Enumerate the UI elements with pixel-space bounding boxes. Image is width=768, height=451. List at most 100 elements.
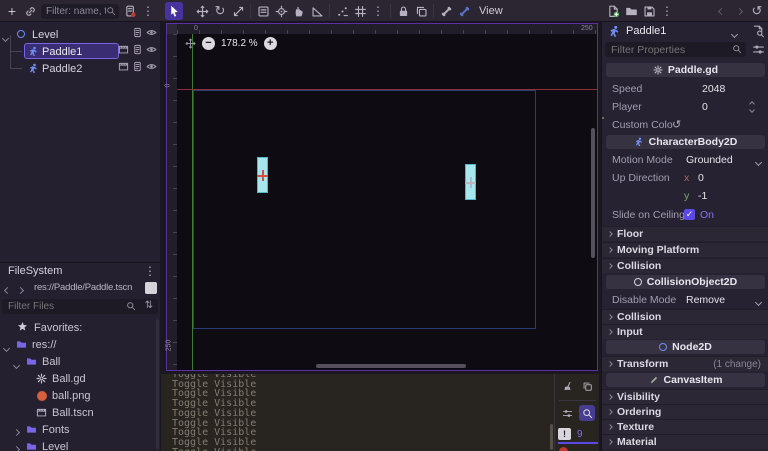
fs-item-ball-folder[interactable]: Ball — [0, 353, 160, 370]
grid-snap-button[interactable] — [351, 2, 369, 20]
fs-item-ball-tscn[interactable]: Ball.tscn — [0, 404, 160, 421]
property-value[interactable]: 2048 — [702, 83, 725, 95]
scale-tool-button[interactable] — [229, 2, 247, 20]
fs-item-fonts[interactable]: Fonts — [0, 421, 160, 438]
scene-instance-icon[interactable] — [118, 61, 129, 72]
move-tool-button[interactable] — [193, 2, 211, 20]
clear-log-icon[interactable] — [559, 378, 575, 394]
section-node2d[interactable]: Node2D — [606, 340, 765, 354]
chevron-down-icon[interactable] — [756, 296, 761, 308]
scene-node-paddle2[interactable]: Paddle2 — [0, 60, 160, 77]
center-view-icon[interactable] — [185, 38, 196, 49]
fs-item-level[interactable]: Level — [0, 438, 160, 451]
sort-icon[interactable]: ⇅ — [145, 300, 153, 311]
save-resource-button[interactable] — [640, 2, 658, 20]
copy-log-icon[interactable] — [579, 378, 595, 394]
scene-node-paddle1[interactable]: Paddle1 — [0, 43, 160, 60]
property-value[interactable]: Grounded — [686, 154, 733, 166]
scene-dock-menu-button[interactable]: ⋮ — [139, 2, 157, 20]
property-tools-icon[interactable] — [752, 43, 765, 56]
attach-script-button[interactable] — [121, 2, 139, 20]
spinner-control[interactable] — [750, 102, 754, 112]
group-material[interactable]: Material — [602, 434, 768, 449]
expander-icon[interactable] — [14, 426, 19, 438]
revert-icon[interactable]: ↺ — [672, 118, 681, 131]
history-button[interactable]: ↺ — [748, 2, 766, 20]
filesystem-scrollbar[interactable] — [156, 319, 159, 449]
group-texture[interactable]: Texture — [602, 419, 768, 434]
group-ordering[interactable]: Ordering — [602, 404, 768, 419]
pivot-tool-button[interactable] — [272, 2, 290, 20]
instance-scene-button[interactable] — [21, 2, 39, 20]
scene-instance-icon[interactable] — [118, 44, 129, 55]
files-filter-input[interactable] — [2, 301, 112, 312]
view-menu[interactable]: View — [473, 5, 509, 17]
group-floor[interactable]: Floor — [602, 226, 768, 241]
section-character-body[interactable]: CharacterBody2D — [606, 135, 765, 149]
scene-filter-input[interactable] — [46, 6, 106, 17]
fs-item-favorites[interactable]: Favorites: — [0, 319, 160, 336]
group-input[interactable]: Input — [602, 324, 768, 339]
chevron-down-icon[interactable] — [756, 156, 761, 168]
fs-item-ball-gd[interactable]: Ball.gd — [0, 370, 160, 387]
visibility-icon[interactable] — [146, 44, 157, 55]
script-icon[interactable] — [132, 61, 143, 72]
property-filter-input[interactable] — [605, 44, 720, 56]
checkbox-checked[interactable]: ✓ — [684, 209, 695, 220]
smart-snap-button[interactable] — [333, 2, 351, 20]
canvas-viewport[interactable]: 0 250 0 250 − 178.2 % + — [166, 23, 598, 371]
zoom-level[interactable]: 178.2 % — [221, 38, 258, 49]
paddle2-origin-gizmo[interactable] — [465, 177, 476, 188]
split-mode-button[interactable] — [145, 282, 157, 294]
rotate-tool-button[interactable]: ↻ — [211, 2, 229, 20]
scene-node-level[interactable]: Level — [0, 26, 160, 43]
x-component-value[interactable]: 0 — [698, 172, 704, 184]
debugger-tab-icon[interactable] — [559, 447, 568, 451]
lock-button[interactable] — [394, 2, 412, 20]
skeleton-options-icon[interactable] — [455, 2, 473, 20]
expander-icon[interactable] — [14, 443, 19, 451]
nav-back-icon[interactable] — [5, 284, 10, 296]
load-resource-button[interactable] — [622, 2, 640, 20]
log-filter-icon[interactable] — [559, 405, 575, 421]
color-swatch[interactable] — [602, 117, 604, 119]
section-script[interactable]: Paddle.gd — [606, 63, 765, 77]
script-icon[interactable] — [132, 44, 143, 55]
log-search-icon[interactable] — [579, 405, 595, 421]
group-collision-a[interactable]: Collision — [602, 258, 768, 273]
history-forward-button[interactable] — [730, 2, 748, 20]
viewport-vscrollbar[interactable] — [591, 128, 595, 258]
pan-tool-button[interactable] — [290, 2, 308, 20]
add-node-button[interactable]: + — [3, 2, 21, 20]
viewport-hscrollbar[interactable] — [316, 364, 466, 368]
snap-options-button[interactable]: ⋮ — [369, 2, 387, 20]
visibility-icon[interactable] — [146, 27, 157, 38]
resource-menu-button[interactable]: ⋮ — [658, 2, 676, 20]
errors-tab[interactable]: ! 9 — [558, 426, 598, 444]
section-canvas-item[interactable]: CanvasItem — [606, 373, 765, 387]
history-back-button[interactable] — [712, 2, 730, 20]
zoom-in-button[interactable]: + — [264, 37, 277, 50]
nav-forward-icon[interactable] — [18, 284, 23, 296]
group-moving-platform[interactable]: Moving Platform — [602, 242, 768, 257]
group-button[interactable] — [412, 2, 430, 20]
group-transform[interactable]: Transform (1 change) — [602, 356, 768, 371]
ruler-tool-button[interactable] — [308, 2, 326, 20]
filesystem-menu-button[interactable]: ⋮ — [144, 264, 156, 278]
group-visibility[interactable]: Visibility — [602, 389, 768, 404]
select-tool-button[interactable] — [165, 2, 183, 20]
paddle1-origin-gizmo[interactable] — [257, 170, 268, 181]
new-resource-button[interactable] — [604, 2, 622, 20]
skeleton-icon[interactable] — [437, 2, 455, 20]
property-value[interactable]: 0 — [702, 101, 708, 113]
visibility-icon[interactable] — [146, 61, 157, 72]
group-collision-b[interactable]: Collision — [602, 309, 768, 324]
property-value[interactable]: Remove — [686, 294, 725, 306]
section-collision-object[interactable]: CollisionObject2D — [606, 275, 765, 289]
open-docs-icon[interactable] — [752, 25, 765, 38]
fs-item-res[interactable]: res:// — [0, 336, 160, 353]
chevron-down-icon[interactable] — [732, 28, 737, 40]
script-icon[interactable] — [132, 27, 143, 38]
fs-item-ball-png[interactable]: ball.png — [0, 387, 160, 404]
y-component-value[interactable]: -1 — [698, 190, 707, 202]
